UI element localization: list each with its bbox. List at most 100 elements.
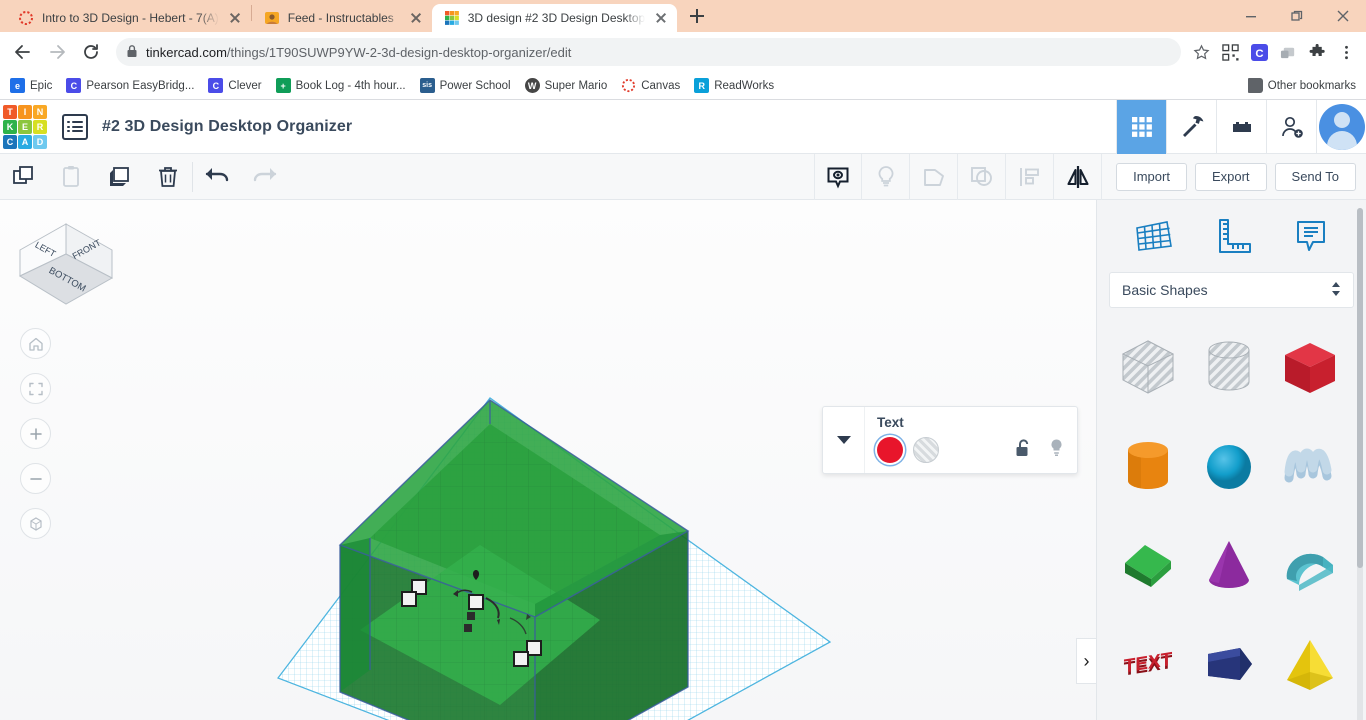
inspector-title: Text — [877, 415, 904, 430]
sidebar-collapse-handle[interactable]: › — [1076, 638, 1096, 684]
paste-button[interactable] — [48, 154, 96, 200]
minimize-icon[interactable] — [1228, 0, 1274, 32]
clever-extension-icon[interactable]: C — [1249, 42, 1269, 62]
close-icon[interactable] — [653, 10, 669, 26]
note-icon[interactable] — [1287, 212, 1335, 260]
url-path: /things/1T90SUWP9YW-2-3d-design-desktop-… — [226, 44, 572, 60]
page-title: #2 3D Design Desktop Organizer — [102, 117, 353, 135]
workplane-icon[interactable] — [1129, 212, 1177, 260]
browser-tab-2-title: Feed - Instructables — [287, 11, 394, 25]
shape-item-cone[interactable] — [1188, 516, 1269, 615]
zoom-in-icon[interactable] — [20, 418, 51, 449]
toolbar-actions: Import Export Send To — [1102, 162, 1366, 191]
3d-canvas[interactable]: LEFT FRONT BOTTOM Text › — [0, 200, 1096, 720]
notes-button[interactable] — [814, 153, 863, 200]
close-icon[interactable] — [227, 10, 243, 26]
bookmark-epic[interactable]: e Epic — [10, 78, 52, 93]
home-icon[interactable] — [20, 328, 51, 359]
bookmark-label: Epic — [30, 79, 53, 92]
shape-item-roof[interactable] — [1107, 516, 1188, 615]
new-tab-button[interactable] — [683, 2, 711, 30]
bookmark-star-icon[interactable] — [1191, 42, 1211, 62]
shape-item-pyramid[interactable] — [1269, 615, 1350, 714]
logo-tile: C — [3, 134, 17, 149]
shape-item-cylinder-hole[interactable] — [1188, 318, 1269, 417]
forward-arrow-icon[interactable] — [42, 37, 72, 67]
address-bar[interactable]: tinkercad.com/things/1T90SUWP9YW-2-3d-de… — [116, 38, 1181, 66]
selected-box-object[interactable] — [338, 399, 690, 720]
shape-item-box[interactable] — [1269, 318, 1350, 417]
blocks-icon[interactable] — [1216, 99, 1266, 154]
ruler-icon[interactable] — [1208, 212, 1256, 260]
browser-tab-1-title: Intro to 3D Design - Hebert - 7(A) — [42, 11, 219, 25]
perspective-icon[interactable] — [20, 508, 51, 539]
bookmark-super-mario[interactable]: W Super Mario — [524, 78, 607, 93]
extensions-puzzle-icon[interactable] — [1307, 42, 1327, 62]
export-button[interactable]: Export — [1194, 162, 1267, 191]
shape-item-cylinder[interactable] — [1107, 417, 1188, 516]
bookmark-power-school[interactable]: sis Power School — [419, 78, 511, 93]
fit-view-icon[interactable] — [20, 373, 51, 404]
shape-item-sphere[interactable] — [1188, 417, 1269, 516]
bookmark-book-log[interactable]: + Book Log - 4th hour... — [275, 78, 406, 93]
logo-tile: I — [18, 104, 32, 119]
lightbulb-icon[interactable] — [1048, 438, 1065, 462]
bookmark-label: Book Log - 4th hour... — [295, 79, 406, 92]
view-cube[interactable]: LEFT FRONT BOTTOM — [14, 212, 118, 316]
redo-button[interactable] — [241, 154, 289, 200]
bookmark-pearson[interactable]: C Pearson EasyBridg... — [66, 78, 194, 93]
undo-button[interactable] — [193, 154, 241, 200]
maximize-icon[interactable] — [1274, 0, 1320, 32]
tinkercad-logo-icon[interactable]: T I N K E R C A D — [2, 104, 48, 150]
shape-category-select[interactable]: Basic Shapes — [1109, 272, 1354, 308]
sidebar-scrollbar-thumb[interactable] — [1357, 208, 1363, 568]
browser-tab-1[interactable]: Intro to 3D Design - Hebert - 7(A) — [6, 4, 251, 32]
bookmark-readworks[interactable]: R ReadWorks — [694, 78, 774, 93]
close-window-icon[interactable] — [1320, 0, 1366, 32]
zoom-out-icon[interactable] — [20, 463, 51, 494]
send-to-button[interactable]: Send To — [1274, 162, 1356, 191]
hole-swatch[interactable] — [913, 437, 939, 463]
shape-item-box-hole[interactable] — [1107, 318, 1188, 417]
bookmark-canvas[interactable]: Canvas — [621, 78, 680, 93]
other-bookmarks-button[interactable]: Other bookmarks — [1247, 78, 1356, 93]
editor-toolbar: Import Export Send To — [0, 153, 1366, 200]
import-button[interactable]: Import — [1116, 162, 1187, 191]
reload-icon[interactable] — [76, 37, 106, 67]
qr-code-icon[interactable] — [1220, 42, 1240, 62]
shape-inspector-panel[interactable]: Text — [822, 406, 1078, 474]
group-button[interactable] — [910, 153, 959, 200]
sheets-icon: + — [275, 78, 291, 93]
avatar[interactable] — [1316, 99, 1366, 154]
url-text: tinkercad.com/things/1T90SUWP9YW-2-3d-de… — [146, 45, 571, 60]
collapse-panel-button[interactable] — [823, 407, 865, 473]
cast-icon[interactable] — [1278, 42, 1298, 62]
invite-user-icon[interactable] — [1266, 99, 1316, 154]
shape-item-polygon[interactable] — [1188, 615, 1269, 714]
shape-item-scribble[interactable] — [1269, 417, 1350, 516]
project-list-icon[interactable] — [62, 113, 88, 140]
copy-button[interactable] — [0, 154, 48, 200]
mirror-button[interactable] — [1054, 153, 1103, 200]
unlocked-padlock-icon[interactable] — [1015, 438, 1032, 462]
canvas-icon — [18, 10, 34, 26]
close-icon[interactable] — [408, 10, 424, 26]
lightbulb-button[interactable] — [862, 153, 911, 200]
align-button[interactable] — [1006, 153, 1055, 200]
browser-tab-3[interactable]: 3D design #2 3D Design Desktop — [431, 4, 677, 32]
tinker-tools-icon[interactable] — [1166, 99, 1216, 154]
omnibox-icons: C — [1191, 42, 1358, 62]
browser-tab-2[interactable]: Feed - Instructables — [252, 4, 432, 32]
chrome-menu-icon[interactable] — [1336, 42, 1356, 62]
back-arrow-icon[interactable] — [8, 37, 38, 67]
ungroup-button[interactable] — [958, 153, 1007, 200]
dashboard-grid-icon[interactable] — [1116, 99, 1166, 154]
bookmark-label: Power School — [439, 79, 511, 92]
logo-tile: A — [18, 134, 32, 149]
solid-color-swatch[interactable] — [877, 437, 903, 463]
duplicate-button[interactable] — [96, 154, 144, 200]
shape-item-text[interactable]: TEXT TEXT — [1107, 615, 1188, 714]
shape-item-half-cylinder[interactable] — [1269, 516, 1350, 615]
bookmark-clever[interactable]: C Clever — [208, 78, 262, 93]
delete-button[interactable] — [144, 154, 192, 200]
